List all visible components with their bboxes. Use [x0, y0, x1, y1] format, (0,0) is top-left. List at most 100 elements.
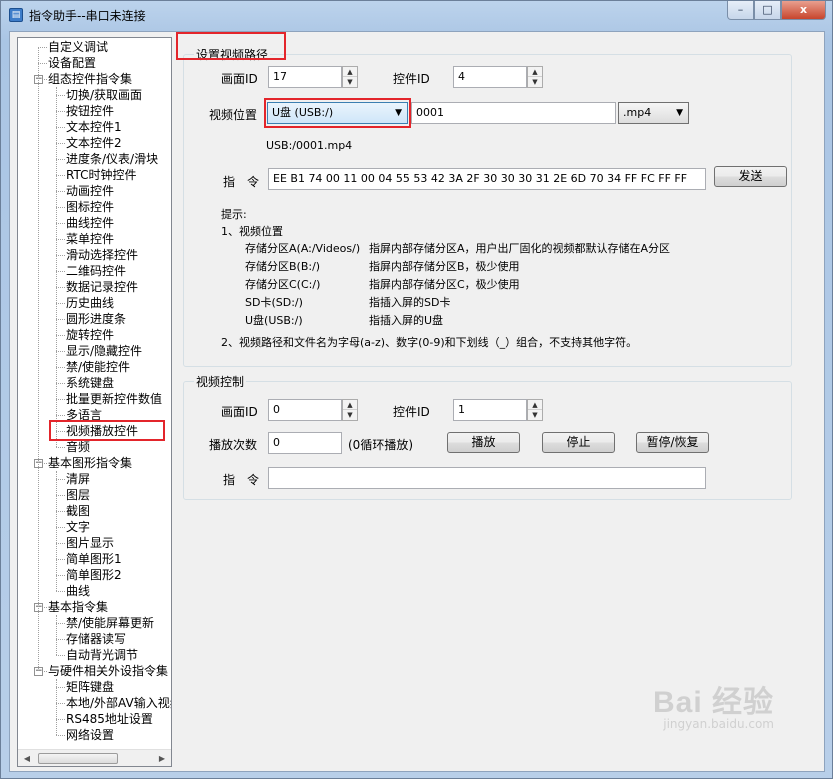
- tree-item[interactable]: 文字: [66, 519, 90, 535]
- tree-item[interactable]: 存储器读写: [66, 631, 126, 647]
- tree-item[interactable]: 文本控件2: [66, 135, 122, 151]
- tree-item[interactable]: 简单图形1: [66, 551, 122, 567]
- tree-connector: [56, 351, 65, 352]
- tree-item[interactable]: 系统键盘: [66, 375, 114, 391]
- tree-item[interactable]: 进度条/仪表/滑块: [66, 151, 158, 167]
- tree-item[interactable]: 本地/外部AV输入视频: [66, 695, 171, 711]
- tree-item[interactable]: 曲线控件: [66, 215, 114, 231]
- tree-item[interactable]: 二维码控件: [66, 263, 126, 279]
- file-extension-select[interactable]: .mp4 ▼: [618, 102, 689, 124]
- hint-1: 1、视频位置: [221, 225, 283, 238]
- ctrl-command-label: 指 令: [223, 473, 260, 487]
- spin-up-icon[interactable]: ▲: [343, 400, 357, 410]
- tree-item[interactable]: 自动背光调节: [66, 647, 138, 663]
- command-tree[interactable]: ◀ ▶ 自定义调试 设备配置 组态控件指令集 − 切换/获取画面 按钮控件 文本控件1 文本控…: [17, 37, 172, 767]
- file-name-input[interactable]: 0001: [411, 102, 616, 124]
- close-button[interactable]: x: [781, 1, 826, 20]
- highlight-box-tree-item: [49, 420, 165, 441]
- tree-item[interactable]: 简单图形2: [66, 567, 122, 583]
- tree-item[interactable]: 禁/使能屏幕更新: [66, 615, 154, 631]
- tree-item[interactable]: 图片显示: [66, 535, 114, 551]
- tree-item[interactable]: 批量更新控件数值: [66, 391, 162, 407]
- tree-item[interactable]: 设备配置: [48, 55, 96, 71]
- tree-item[interactable]: 显示/隐藏控件: [66, 343, 142, 359]
- storage-desc: 指屏内部存储分区A，用户出厂固化的视频都默认存储在A分区: [369, 242, 671, 255]
- tree-connector: [56, 591, 65, 592]
- storage-name: U盘(USB:/): [245, 314, 303, 327]
- tree-item[interactable]: 自定义调试: [48, 39, 108, 55]
- ctrl-control-id-spinner[interactable]: ▲ ▼: [527, 399, 543, 421]
- pause-resume-button[interactable]: 暂停/恢复: [636, 432, 709, 453]
- tree-item[interactable]: 按钮控件: [66, 103, 114, 119]
- play-button[interactable]: 播放: [447, 432, 520, 453]
- spin-down-icon[interactable]: ▼: [528, 77, 542, 87]
- tree-item[interactable]: 图层: [66, 487, 90, 503]
- tree-item[interactable]: 图标控件: [66, 199, 114, 215]
- tree-connector: [56, 399, 65, 400]
- send-button[interactable]: 发送: [714, 166, 787, 187]
- ctrl-screen-id-label: 画面ID: [221, 405, 258, 419]
- ctrl-command-output[interactable]: [268, 467, 706, 489]
- tree-item[interactable]: 清屏: [66, 471, 90, 487]
- scroll-left-icon[interactable]: ◀: [20, 752, 34, 765]
- tree-item[interactable]: 截图: [66, 503, 90, 519]
- spin-down-icon[interactable]: ▼: [343, 410, 357, 420]
- tree-item[interactable]: 切换/获取画面: [66, 87, 142, 103]
- tree-item[interactable]: 基本指令集: [48, 599, 108, 615]
- tree-connector: [56, 207, 65, 208]
- window-title: 指令助手--串口未连接: [29, 9, 146, 23]
- scroll-thumb[interactable]: [38, 753, 118, 764]
- tree-connector: [56, 479, 65, 480]
- ctrl-screen-id-spinner[interactable]: ▲ ▼: [342, 399, 358, 421]
- tree-connector: [56, 655, 65, 656]
- tree-item[interactable]: 组态控件指令集: [48, 71, 132, 87]
- tree-item[interactable]: 文本控件1: [66, 119, 122, 135]
- tree-item[interactable]: 数据记录控件: [66, 279, 138, 295]
- ctrl-control-id-input[interactable]: 1: [453, 399, 527, 421]
- tree-connector: [56, 287, 65, 288]
- chevron-down-icon: ▼: [676, 108, 683, 118]
- screen-id-input[interactable]: 17: [268, 66, 342, 88]
- tree-item[interactable]: RS485地址设置: [66, 711, 153, 727]
- tree-connector: [56, 559, 65, 560]
- spin-up-icon[interactable]: ▲: [528, 67, 542, 77]
- tree-item[interactable]: 动画控件: [66, 183, 114, 199]
- tree-item[interactable]: 曲线: [66, 583, 90, 599]
- spin-up-icon[interactable]: ▲: [528, 400, 542, 410]
- scroll-right-icon[interactable]: ▶: [155, 752, 169, 765]
- tree-connector: [56, 175, 65, 176]
- tree-item[interactable]: 禁/使能控件: [66, 359, 130, 375]
- control-id-spinner[interactable]: ▲ ▼: [527, 66, 543, 88]
- tree-connector: [56, 95, 65, 96]
- tree-item[interactable]: 圆形进度条: [66, 311, 126, 327]
- command-output[interactable]: EE B1 74 00 11 00 04 55 53 42 3A 2F 30 3…: [268, 168, 706, 190]
- maximize-button[interactable]: □: [754, 1, 781, 20]
- tree-connector: [56, 447, 65, 448]
- tree-item[interactable]: 历史曲线: [66, 295, 114, 311]
- screen-id-spinner[interactable]: ▲ ▼: [342, 66, 358, 88]
- spin-down-icon[interactable]: ▼: [528, 410, 542, 420]
- tree-item[interactable]: 滑动选择控件: [66, 247, 138, 263]
- tree-connector: [38, 47, 39, 671]
- tree-item[interactable]: 矩阵键盘: [66, 679, 114, 695]
- ctrl-screen-id-input[interactable]: 0: [268, 399, 342, 421]
- video-control-group-title: 视频控制: [194, 373, 247, 390]
- stop-button[interactable]: 停止: [542, 432, 615, 453]
- tree-item[interactable]: 音频: [66, 439, 90, 455]
- highlight-box-location: [264, 98, 411, 128]
- ctrl-control-id-label: 控件ID: [393, 405, 430, 419]
- tree-item[interactable]: 网络设置: [66, 727, 114, 743]
- tree-item[interactable]: 与硬件相关外设指令集: [48, 663, 168, 679]
- tree-item[interactable]: 基本图形指令集: [48, 455, 132, 471]
- tree-item[interactable]: 旋转控件: [66, 327, 114, 343]
- title-bar[interactable]: ▤ 指令助手--串口未连接 – □ x: [1, 1, 832, 29]
- video-location-label: 视频位置: [209, 108, 258, 122]
- tree-item[interactable]: RTC时钟控件: [66, 167, 136, 183]
- spin-up-icon[interactable]: ▲: [343, 67, 357, 77]
- tree-horizontal-scrollbar[interactable]: ◀ ▶: [18, 749, 171, 766]
- control-id-input[interactable]: 4: [453, 66, 527, 88]
- play-count-input[interactable]: 0: [268, 432, 342, 454]
- tree-item[interactable]: 菜单控件: [66, 231, 114, 247]
- minimize-button[interactable]: –: [727, 1, 754, 20]
- spin-down-icon[interactable]: ▼: [343, 77, 357, 87]
